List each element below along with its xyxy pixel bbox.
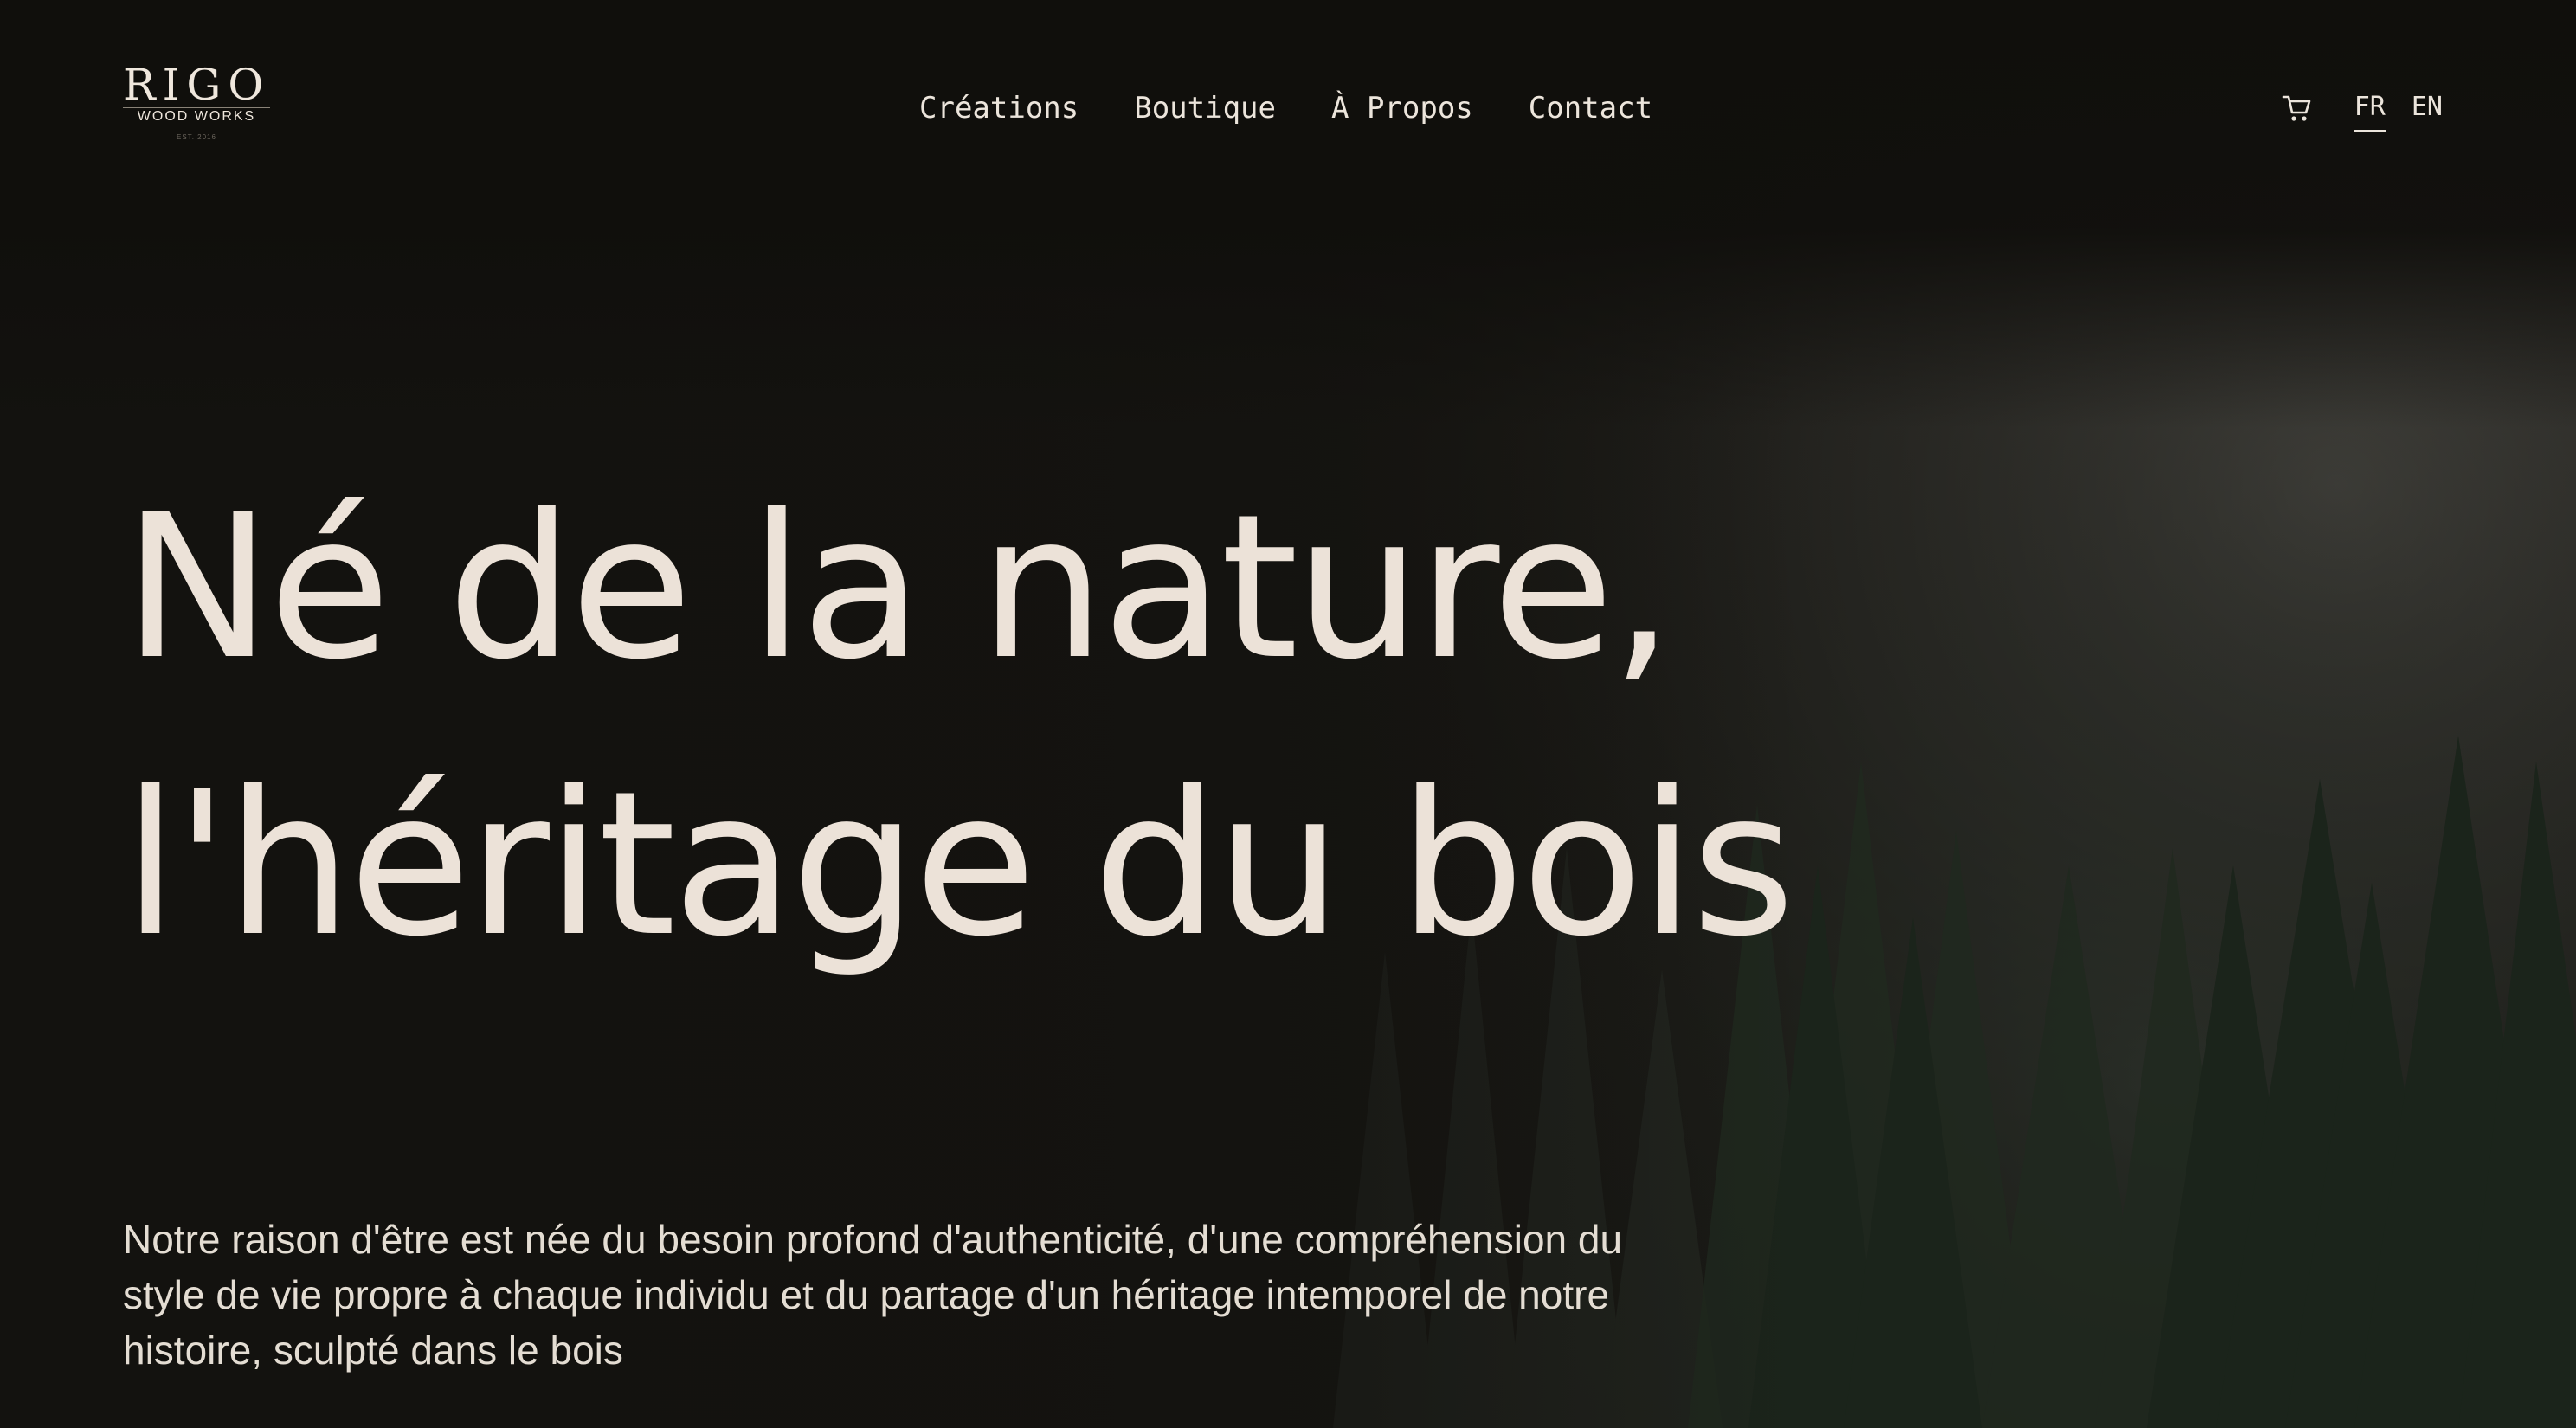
nav-item-boutique[interactable]: Boutique	[1134, 87, 1276, 130]
brand-name: RIGO	[123, 60, 271, 110]
hero-title-line-2: l'héritage du bois	[123, 749, 1795, 981]
language-fr-button[interactable]: FR	[2354, 87, 2386, 132]
nav-item-creations[interactable]: Créations	[919, 87, 1079, 130]
header-actions: FR EN	[2282, 87, 2443, 138]
hero-title-line-1: Né de la nature,	[123, 473, 1674, 704]
hero-description: Notre raison d'être est née du besoin pr…	[123, 1217, 1623, 1373]
hero-title: Né de la nature, l'héritage du bois	[123, 450, 2200, 1004]
nav-item-a-propos[interactable]: À Propos	[1331, 87, 1473, 130]
landing-page: RIGO WOOD WORKS EST. 2016 Créations Bout…	[0, 0, 2576, 1428]
site-header: RIGO WOOD WORKS EST. 2016 Créations Bout…	[0, 0, 2576, 216]
brand-logo[interactable]: RIGO WOOD WORKS EST. 2016	[123, 62, 270, 149]
brand-tagline: WOOD WORKS	[123, 107, 270, 125]
brand-established: EST. 2016	[177, 133, 216, 141]
nav-item-contact[interactable]: Contact	[1529, 87, 1652, 130]
main-navigation: Créations Boutique À Propos Contact	[919, 87, 1708, 130]
language-en-button[interactable]: EN	[2412, 87, 2443, 128]
cart-icon[interactable]	[2282, 93, 2313, 125]
